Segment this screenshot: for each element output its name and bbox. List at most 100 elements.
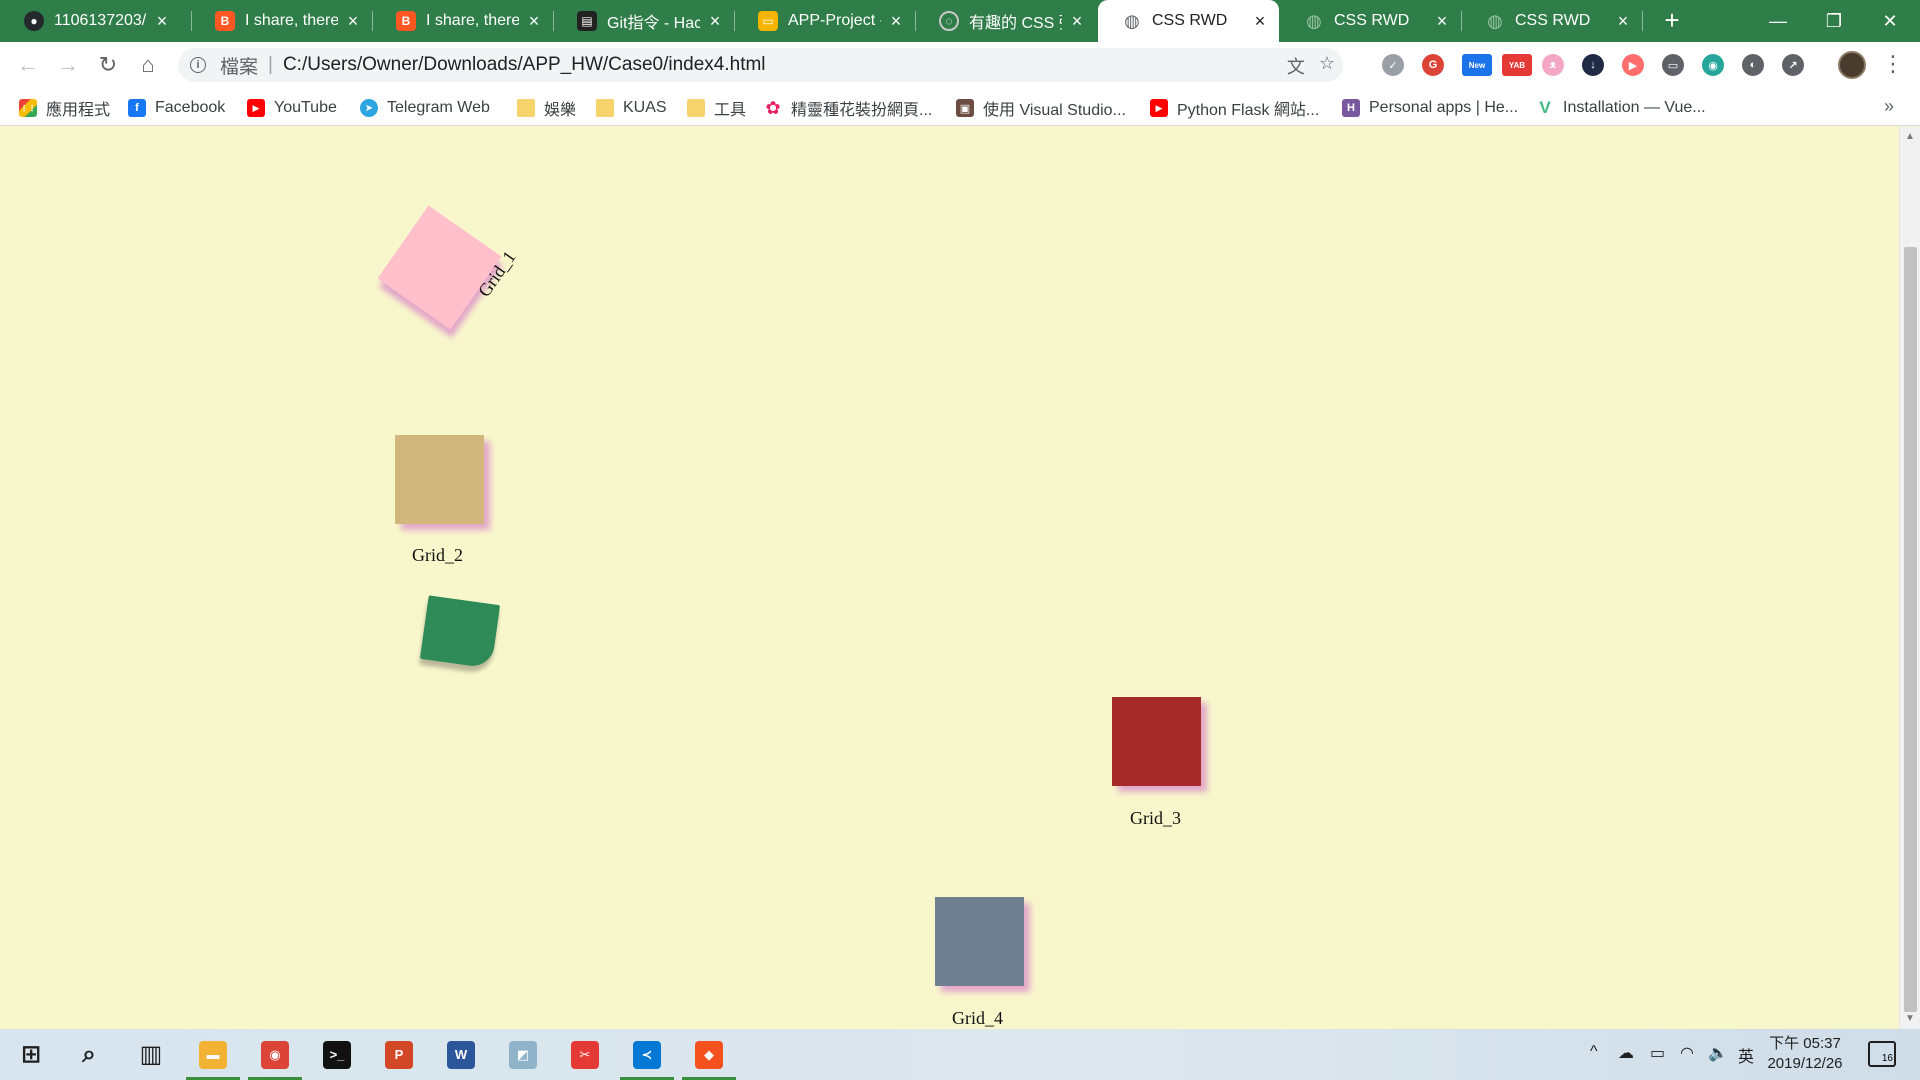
scroll-down-icon[interactable]: ▼ (1905, 1013, 1915, 1024)
home-button[interactable]: ⌂ (132, 49, 164, 81)
volume-icon[interactable]: 🔈 (1708, 1043, 1728, 1063)
translate-icon[interactable]: 文 (1287, 53, 1305, 79)
url-text[interactable]: C:/Users/Owner/Downloads/APP_HW/Case0/in… (283, 54, 766, 76)
bookmark-telegram[interactable]: ➤ Telegram Web (360, 97, 490, 119)
onedrive-icon[interactable]: ☁ (1618, 1043, 1634, 1063)
forward-button[interactable]: → (52, 49, 84, 81)
cat-extension-icon[interactable]: ᴥ (1542, 54, 1564, 76)
taskbar-git-client-button[interactable]: ◆ (678, 1029, 740, 1080)
minimize-button[interactable]: — (1748, 0, 1808, 42)
grid-2-box (395, 435, 484, 524)
close-icon[interactable]: × (887, 11, 905, 32)
vscode-icon: ≺ (633, 1040, 661, 1069)
bookmark-heroku[interactable]: H Personal apps | He... (1342, 97, 1518, 119)
globe-icon: ◍ (1487, 10, 1503, 31)
tab-blogger-2[interactable]: B I share, therefore × (372, 0, 553, 42)
blogger-icon: B (215, 11, 235, 31)
browser-toolbar: ← → ↻ ⌂ i 檔案 | C:/Users/Owner/Downloads/… (0, 42, 1920, 88)
globe-icon: ◍ (1306, 10, 1322, 31)
google-extension-icon[interactable]: G (1422, 54, 1444, 76)
menu-icon[interactable]: ⋮ (1882, 51, 1904, 79)
tab-blogger-1[interactable]: B I share, therefore × (191, 0, 372, 42)
tab-title: 有趣的 CSS 彈 (969, 15, 1062, 32)
tab-separator (1642, 11, 1643, 31)
taskbar-snipping-button[interactable]: ✂ (554, 1029, 616, 1080)
bookmark-visual-studio[interactable]: ▣ 使用 Visual Studio... (956, 97, 1126, 119)
taskbar-search-button[interactable]: ⌕ (58, 1029, 120, 1080)
avatar[interactable] (1838, 51, 1866, 79)
yab-extension-icon[interactable]: YAB (1502, 54, 1532, 76)
bookmark-folder-kuas[interactable]: KUAS (596, 97, 667, 119)
notification-center-icon[interactable]: 16 (1868, 1041, 1896, 1067)
close-icon[interactable]: × (525, 11, 543, 32)
system-clock[interactable]: 下午 05:37 2019/12/26 (1762, 1034, 1848, 1074)
close-icon[interactable]: × (153, 11, 171, 32)
vertical-scrollbar[interactable]: ▲ ▼ (1899, 127, 1920, 1029)
tab-css-popup[interactable]: ◌ 有趣的 CSS 彈 × (915, 0, 1096, 42)
chat-extension-icon[interactable]: ▭ (1662, 54, 1684, 76)
tab-title: CSS RWD (1515, 12, 1591, 29)
maximize-button[interactable]: ❐ (1804, 0, 1864, 42)
scroll-up-icon[interactable]: ▲ (1905, 131, 1915, 142)
bookmark-label: Personal apps | He... (1369, 99, 1519, 116)
taskbar-task-view-button[interactable]: ▥ (120, 1029, 182, 1080)
bookmark-apps[interactable]: ⋮⋮ 應用程式 (19, 97, 110, 119)
close-icon[interactable]: × (1251, 11, 1269, 32)
tab-strip: ● 1106137203/ × B I share, therefore × B… (0, 0, 1920, 42)
close-icon[interactable]: × (1433, 11, 1451, 32)
tray-chevron-icon[interactable]: ^ (1590, 1043, 1598, 1061)
stream-extension-icon[interactable]: ▶ (1622, 54, 1644, 76)
taskbar-file-explorer-button[interactable]: ▬ (182, 1029, 244, 1080)
taskbar-chrome-button[interactable]: ◉ (244, 1029, 306, 1080)
reload-button[interactable]: ↻ (92, 49, 124, 81)
slides-icon: ▭ (758, 11, 778, 31)
blogger-icon: B (396, 11, 416, 31)
wifi-icon[interactable]: ◠ (1680, 1043, 1694, 1063)
color-extension-icon[interactable]: ◉ (1702, 54, 1724, 76)
download-extension-icon[interactable]: ↓ (1582, 54, 1604, 76)
vue-icon: V (1539, 98, 1551, 117)
github-icon: ● (24, 11, 44, 31)
check-extension-icon[interactable]: ✓ (1382, 54, 1404, 76)
taskbar-start-button[interactable]: ⊞ (0, 1029, 62, 1080)
tab-hackmd[interactable]: ▤ Git指令 - Hack × (553, 0, 734, 42)
close-icon[interactable]: × (706, 11, 724, 32)
taskbar-word-button[interactable]: W (430, 1029, 492, 1080)
bookmark-facebook[interactable]: f Facebook (128, 97, 225, 119)
bookmark-flask[interactable]: ▶ Python Flask 網站... (1150, 97, 1319, 119)
close-icon[interactable]: × (1614, 11, 1632, 32)
close-window-button[interactable]: ✕ (1860, 0, 1920, 42)
info-icon[interactable]: i (190, 57, 206, 73)
battery-icon[interactable]: ▭ (1650, 1043, 1665, 1063)
close-icon[interactable]: × (344, 11, 362, 32)
taskbar-powerpoint-button[interactable]: P (368, 1029, 430, 1080)
new-tab-button[interactable]: + (1656, 4, 1688, 36)
taskbar-terminal-button[interactable]: >_ (306, 1029, 368, 1080)
taskbar-vscode-button[interactable]: ≺ (616, 1029, 678, 1080)
tab-github[interactable]: ● 1106137203/ × (0, 0, 181, 42)
address-bar[interactable]: i 檔案 | C:/Users/Owner/Downloads/APP_HW/C… (178, 48, 1343, 82)
tab-slides[interactable]: ▭ APP-Project - G × (734, 0, 915, 42)
ime-indicator[interactable]: 英 (1738, 1043, 1754, 1067)
bookmarks-overflow-icon[interactable]: » (1884, 96, 1894, 117)
new-badge-extension-icon[interactable]: New (1462, 54, 1492, 76)
bookmark-folder-entertainment[interactable]: 娛樂 (517, 97, 576, 119)
tab-css-rwd-2[interactable]: ◍ CSS RWD × (1280, 0, 1461, 42)
bookmark-vue[interactable]: V Installation — Vue... (1536, 97, 1705, 119)
palette-extension-icon[interactable]: ◐ (1742, 54, 1764, 76)
taskbar-notes-button[interactable]: ◩ (492, 1029, 554, 1080)
bookmark-folder-tools[interactable]: 工具 (687, 97, 746, 119)
bookmark-youtube[interactable]: ▶ YouTube (247, 97, 337, 119)
windows-taskbar: ⊞ ⌕ ▥ ▬ ◉ >_ P W ◩ ✂ ≺ ◆ ^ ☁ ▭ ◠ 🔈 英下午 05:37 2019/12/26 16 (0, 1029, 1920, 1080)
tab-css-rwd-active[interactable]: ◍ CSS RWD × (1098, 0, 1279, 42)
scrollbar-thumb[interactable] (1904, 247, 1917, 1012)
snipping-icon: ✂ (571, 1040, 599, 1069)
back-button[interactable]: ← (12, 49, 44, 81)
bookmark-flower[interactable]: ✿ 精靈種花裝扮網頁... (764, 97, 932, 120)
bookmark-star-icon[interactable]: ☆ (1319, 53, 1335, 79)
tab-css-rwd-3[interactable]: ◍ CSS RWD × (1461, 0, 1642, 42)
external-extension-icon[interactable]: ↗ (1782, 54, 1804, 76)
youtube-icon: ▶ (247, 99, 265, 117)
close-icon[interactable]: × (1068, 11, 1086, 32)
bookmark-label: 應用程式 (46, 102, 111, 119)
